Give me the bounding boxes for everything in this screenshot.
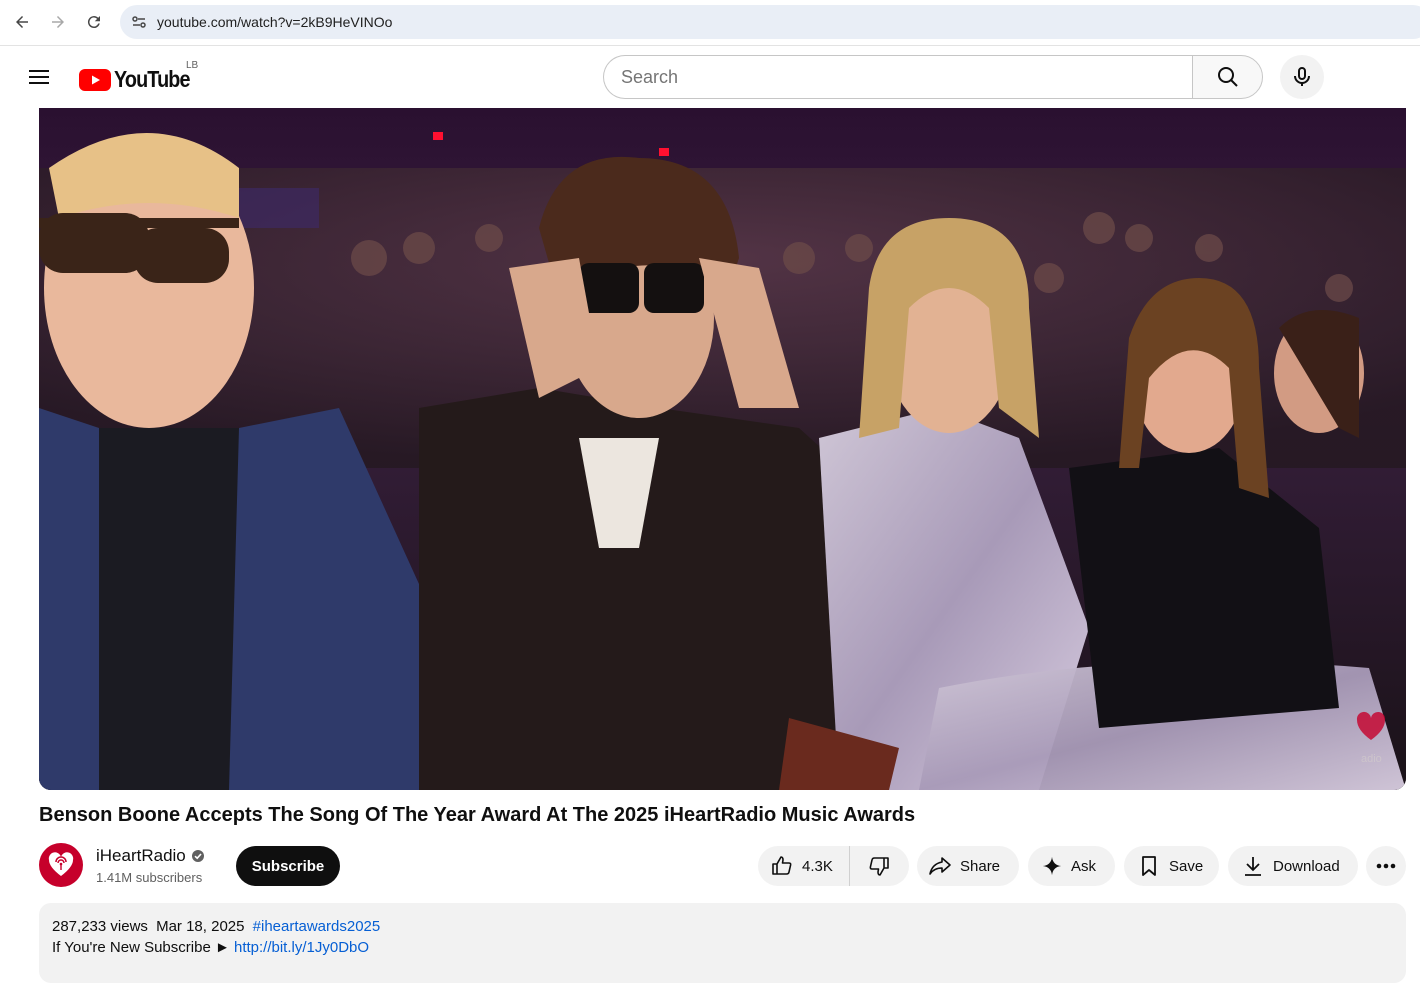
video-frame: adio — [39, 108, 1406, 790]
like-dislike-group: 4.3K — [758, 846, 909, 886]
description-meta: 287,233 views Mar 18, 2025 #iheartawards… — [52, 918, 1393, 935]
arrow-right-icon — [52, 16, 64, 28]
thumbs-up-icon — [772, 856, 792, 875]
reload-button[interactable] — [80, 8, 108, 36]
guide-menu-button[interactable] — [22, 60, 56, 94]
share-arrow-icon — [929, 857, 951, 875]
browser-toolbar: youtube.com/watch?v=2kB9HeVINOo — [0, 0, 1420, 46]
url-text: youtube.com/watch?v=2kB9HeVINOo — [157, 14, 393, 30]
subscriber-count: 1.41M subscribers — [96, 870, 203, 885]
description-link[interactable]: http://bit.ly/1Jy0DbO — [234, 939, 369, 956]
hamburger-icon — [29, 70, 49, 84]
view-count: 287,233 views — [52, 918, 148, 935]
ask-button[interactable]: Ask — [1028, 846, 1115, 886]
dislike-button[interactable] — [850, 846, 908, 886]
iheart-logo-icon — [48, 852, 74, 876]
address-bar[interactable]: youtube.com/watch?v=2kB9HeVINOo — [120, 5, 1420, 39]
youtube-wordmark: YouTube — [114, 66, 191, 92]
youtube-play-logo-icon — [79, 68, 111, 91]
back-button[interactable] — [8, 8, 36, 36]
like-count: 4.3K — [802, 857, 833, 875]
channel-name: iHeartRadio — [96, 846, 186, 865]
youtube-masthead: YouTube LB Search — [0, 46, 1420, 108]
channel-avatar[interactable] — [39, 843, 83, 887]
search-icon — [1217, 67, 1238, 87]
more-horizontal-icon — [1376, 863, 1396, 869]
upload-date: Mar 18, 2025 — [156, 918, 245, 935]
reload-icon — [87, 16, 100, 29]
search-placeholder: Search — [621, 66, 679, 87]
share-button[interactable]: Share — [917, 846, 1019, 886]
svg-text:adio: adio — [1361, 753, 1382, 765]
video-player[interactable]: adio — [39, 108, 1406, 790]
bookmark-icon — [1142, 856, 1156, 876]
download-button[interactable]: Download — [1228, 846, 1358, 886]
forward-button[interactable] — [44, 8, 72, 36]
description-line: If You're New Subscribe ► http://bit.ly/… — [52, 939, 1393, 956]
save-button[interactable]: Save — [1124, 846, 1219, 886]
arrow-left-icon — [16, 16, 28, 28]
share-label: Share — [960, 857, 1001, 875]
voice-search-button[interactable] — [1280, 55, 1324, 99]
country-code: LB — [186, 60, 199, 71]
thumbs-down-icon — [869, 857, 889, 876]
description-box[interactable]: 287,233 views Mar 18, 2025 #iheartawards… — [39, 903, 1406, 983]
search-button[interactable] — [1192, 55, 1263, 99]
search-input[interactable]: Search — [603, 55, 1193, 99]
download-label: Download — [1273, 857, 1340, 875]
subscribe-button[interactable]: Subscribe — [236, 846, 340, 886]
description-text: If You're New Subscribe ► — [52, 939, 230, 956]
channel-name-link[interactable]: iHeartRadio — [96, 846, 205, 866]
sparkle-icon — [1042, 856, 1062, 876]
video-title: Benson Boone Accepts The Song Of The Yea… — [39, 804, 916, 826]
save-label: Save — [1169, 857, 1204, 875]
youtube-logo[interactable]: YouTube — [79, 66, 202, 93]
hashtag-link[interactable]: #iheartawards2025 — [253, 918, 381, 935]
more-actions-button[interactable] — [1366, 846, 1406, 886]
like-button[interactable]: 4.3K — [758, 846, 850, 886]
site-settings-icon[interactable] — [122, 5, 156, 39]
download-icon — [1245, 857, 1261, 876]
verified-badge-icon — [191, 850, 204, 862]
microphone-icon — [1294, 67, 1310, 86]
ask-label: Ask — [1071, 857, 1097, 875]
